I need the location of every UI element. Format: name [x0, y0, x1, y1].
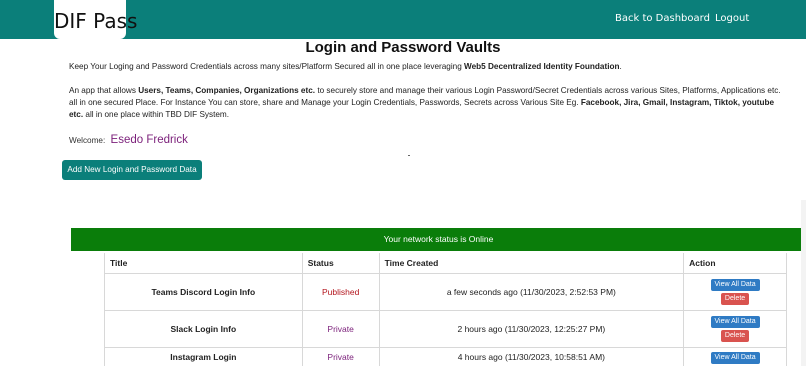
row-time: 4 hours ago (11/30/2023, 10:58:51 AM) — [378, 346, 685, 366]
intro-bold-text: etc. — [69, 110, 84, 119]
row-time: 2 hours ago (11/30/2023, 12:25:27 PM) — [378, 309, 685, 348]
table-row: Slack Login Info Private 2 hours ago (11… — [104, 309, 787, 348]
vault-table: Title Status Time Created Action Teams D… — [104, 253, 787, 366]
intro-paragraph-1: Keep Your Loging and Password Credential… — [69, 61, 622, 73]
top-navbar: DIF Pass Back to Dashboard Logout — [0, 0, 806, 39]
welcome-label: Welcome: — [69, 136, 106, 145]
table-row: Instagram Login Private 4 hours ago (11/… — [104, 346, 787, 366]
intro-bold-text: Web5 Decentralized Identity Foundation — [464, 62, 620, 71]
column-header-title: Title — [104, 253, 303, 274]
intro-line: An app that allows Users, Teams, Compani… — [69, 85, 781, 97]
intro-text: to securely store and manage their vario… — [315, 86, 781, 95]
view-all-data-button[interactable]: View All Data — [710, 278, 760, 291]
row-status: Private — [301, 309, 380, 348]
intro-text: An app that allows — [69, 86, 139, 95]
column-header-status: Status — [301, 253, 380, 274]
row-status: Published — [301, 272, 380, 311]
row-actions: View All Data — [683, 346, 787, 366]
back-to-dashboard-link[interactable]: Back to Dashboard — [615, 13, 710, 24]
network-status-banner: Your network status is Online — [71, 228, 806, 251]
intro-text: . — [619, 62, 622, 71]
loading-dot — [408, 155, 410, 156]
vault-table-container: Title Status Time Created Action Teams D… — [104, 253, 787, 366]
logout-link[interactable]: Logout — [715, 13, 749, 24]
row-title: Slack Login Info — [104, 309, 303, 348]
intro-line: all in one secured Place. For Instance Y… — [69, 97, 781, 109]
intro-text: all in one place within TBD DIF System. — [83, 110, 230, 119]
user-name: Esedo Fredrick — [110, 134, 188, 146]
table-row: Teams Discord Login Info Published a few… — [104, 272, 787, 311]
row-title: Instagram Login — [104, 346, 303, 366]
delete-button[interactable]: Delete — [721, 329, 750, 342]
welcome-message: Welcome: Esedo Fredrick — [69, 134, 188, 146]
intro-text: all in one secured Place. For Instance Y… — [69, 98, 581, 107]
intro-bold-text: Facebook, Jira, Gmail, Instagram, Tiktok… — [580, 98, 775, 107]
intro-bold-text: Users, Teams, Companies, Organizations e… — [138, 86, 316, 95]
intro-line: etc. all in one place within TBD DIF Sys… — [69, 109, 781, 121]
row-time: a few seconds ago (11/30/2023, 2:52:53 P… — [378, 272, 685, 311]
table-header-row: Title Status Time Created Action — [104, 253, 787, 274]
row-actions: View All Data Delete — [683, 309, 787, 348]
intro-paragraph-2: An app that allows Users, Teams, Compani… — [69, 85, 781, 121]
view-all-data-button[interactable]: View All Data — [710, 351, 760, 364]
row-actions: View All Data Delete — [683, 272, 787, 311]
row-title: Teams Discord Login Info — [104, 272, 303, 311]
delete-button[interactable]: Delete — [721, 292, 750, 305]
app-logo[interactable]: DIF Pass — [54, 0, 137, 39]
intro-text: Keep Your Loging and Password Credential… — [69, 62, 465, 71]
column-header-action: Action — [683, 253, 787, 274]
row-status: Private — [301, 346, 380, 366]
page-title: Login and Password Vaults — [305, 39, 501, 56]
view-all-data-button[interactable]: View All Data — [710, 315, 760, 328]
column-header-time: Time Created — [378, 253, 685, 274]
add-new-login-button[interactable]: Add New Login and Password Data — [62, 160, 202, 180]
page-scroll-edge — [801, 200, 806, 366]
